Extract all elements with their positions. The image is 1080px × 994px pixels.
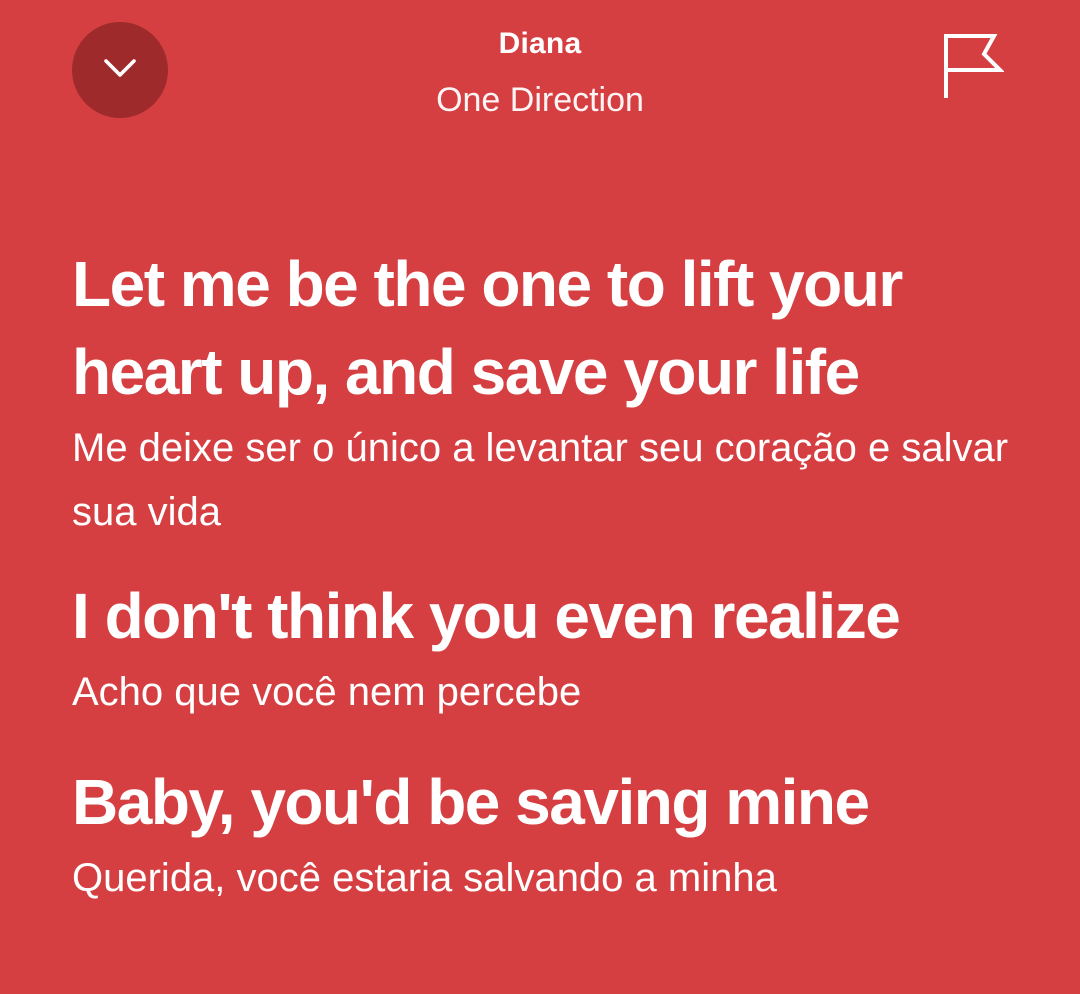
header: Diana One Direction [0, 0, 1080, 150]
lyrics-list: Let me be the one to lift your heart up,… [72, 240, 1032, 910]
lyric-translation: Acho que você nem percebe [72, 670, 582, 714]
lyric-line: I don't think you even realize [72, 580, 901, 652]
lyric-line: Let me be the one to lift your heart up,… [72, 248, 903, 408]
lyric-line: Baby, you'd be saving mine [72, 766, 870, 838]
collapse-button[interactable] [72, 22, 168, 118]
lyric-translation: Me deixe ser o único a levantar seu cora… [72, 426, 1009, 534]
lyric-block[interactable]: Let me be the one to lift your heart up,… [72, 240, 1032, 544]
now-playing-info: Diana One Direction [240, 24, 840, 120]
lyrics-screen: Diana One Direction Let me be the one to… [0, 0, 1080, 994]
song-title: Diana [498, 27, 582, 60]
artist-name[interactable]: One Direction [240, 80, 840, 120]
lyric-block[interactable]: I don't think you even realize Acho que … [72, 572, 1032, 724]
report-button[interactable] [934, 30, 1008, 104]
flag-icon [938, 30, 1005, 105]
lyric-translation: Querida, você estaria salvando a minha [72, 856, 777, 900]
chevron-down-icon [100, 48, 140, 93]
lyric-block[interactable]: Baby, you'd be saving mine Querida, você… [72, 758, 1032, 910]
